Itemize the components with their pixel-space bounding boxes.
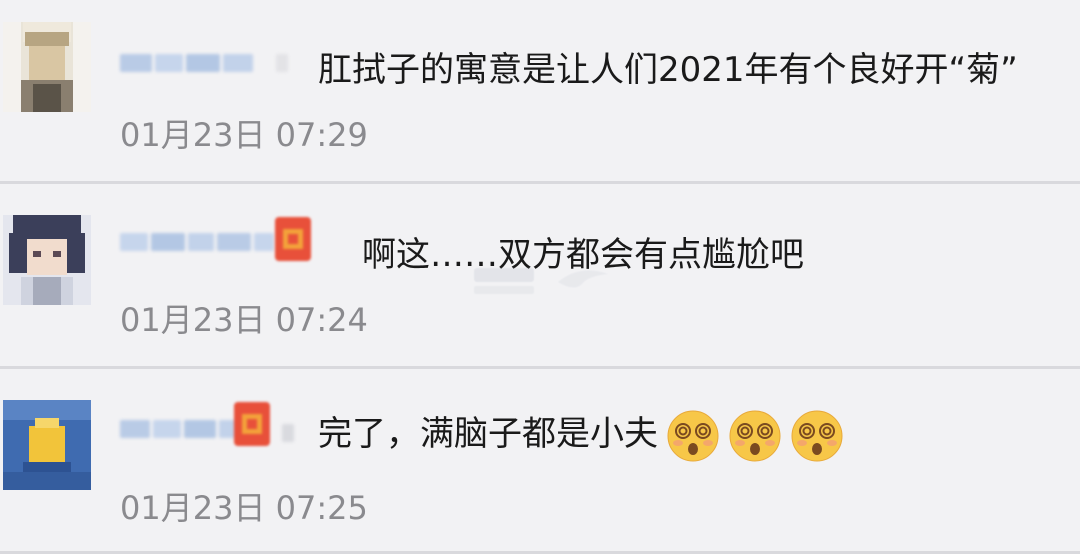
avatar-image [3,22,91,112]
username-blurred[interactable] [120,416,241,442]
username-suffix-blurred [282,420,294,446]
comment-item[interactable]: 完了，满脑子都是小夫 01月23日 07:25 [0,370,1080,551]
comment-text: 肛拭子的寓意是让人们2021年有个良好开“菊” [318,50,1018,90]
member-badge-icon [275,217,311,261]
comment-text: 完了，满脑子都是小夫 [318,414,658,454]
avatar[interactable] [3,22,91,112]
avatar-image [3,215,91,305]
avatar[interactable] [3,400,91,490]
dizzy-face-emoji-icon [791,410,843,461]
username-blurred[interactable] [120,50,288,76]
comment-timestamp: 01月23日 07:24 [120,301,368,339]
divider [0,181,1080,184]
divider [0,366,1080,369]
avatar[interactable] [3,215,91,305]
watermark-logo [474,268,608,294]
dizzy-face-emoji-icon [729,410,781,461]
dizzy-face-emoji-icon [667,410,719,461]
comment-text-row: 完了，满脑子都是小夫 [318,406,844,463]
avatar-image [3,400,91,490]
member-badge-icon [234,402,270,446]
comment-item[interactable]: 肛拭子的寓意是让人们2021年有个良好开“菊” 01月23日 07:29 [0,0,1080,181]
comment-timestamp: 01月23日 07:29 [120,116,368,154]
username-blurred[interactable] [120,229,274,255]
comment-timestamp: 01月23日 07:25 [120,489,368,527]
